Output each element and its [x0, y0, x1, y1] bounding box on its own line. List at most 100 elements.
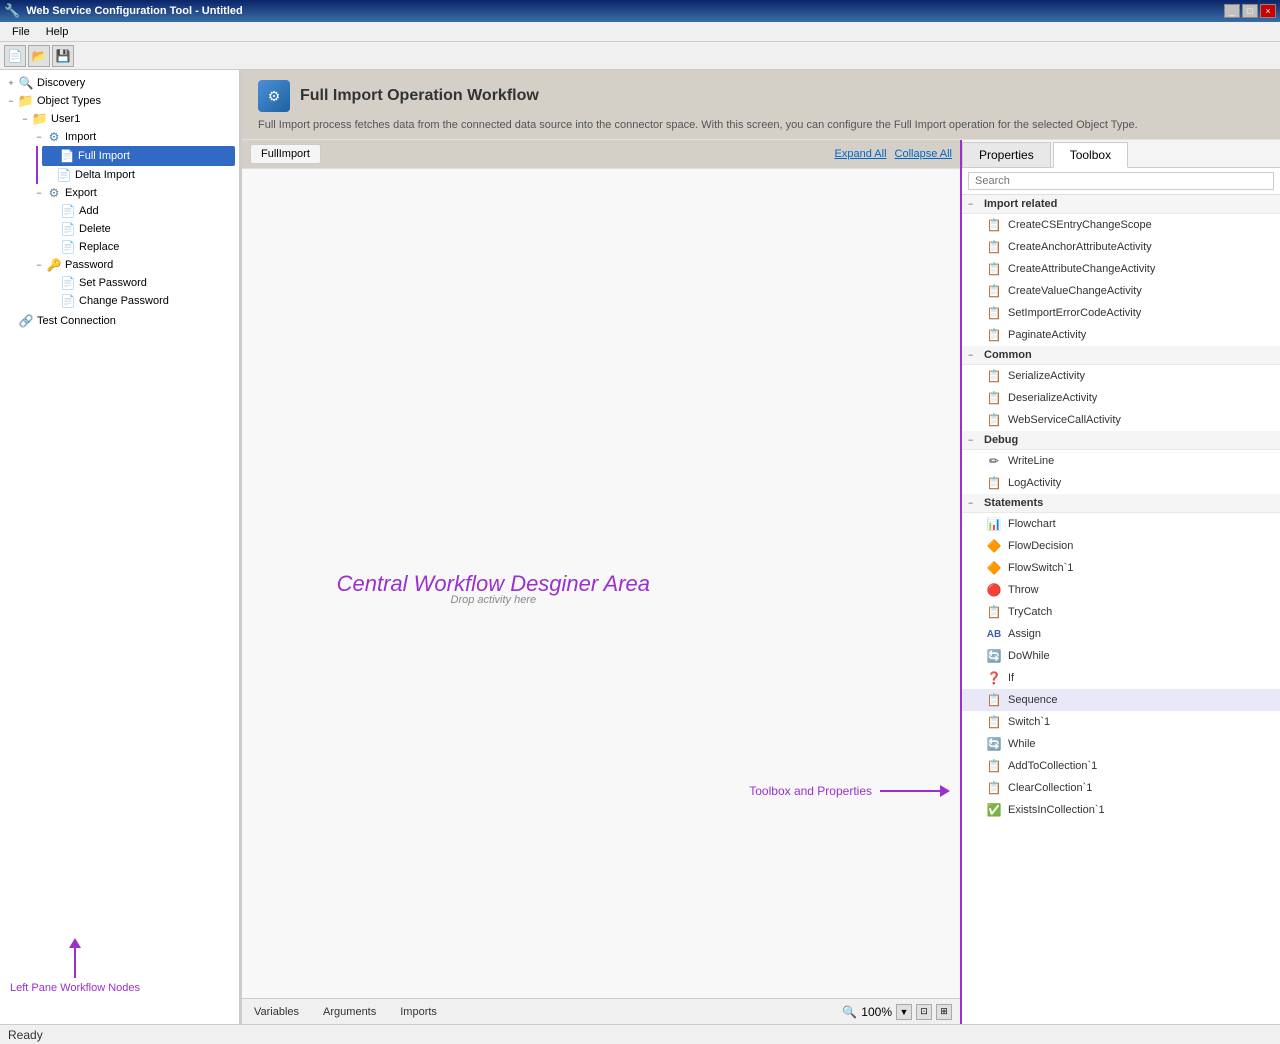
switch-label: Switch`1	[1008, 716, 1050, 728]
toolbox-item-create-cs[interactable]: 📋 CreateCSEntryChangeScope	[962, 214, 1280, 236]
discovery-expander[interactable]: +	[4, 76, 18, 90]
variables-tab[interactable]: Variables	[250, 1004, 303, 1020]
import-subtree: − ⚙ Import 📄 Full Import	[18, 128, 235, 310]
tree-node-set-password[interactable]: 📄 Set Password	[46, 274, 235, 292]
minimize-button[interactable]: _	[1224, 4, 1240, 18]
imports-tab[interactable]: Imports	[396, 1004, 441, 1020]
tree-node-password[interactable]: − 🔑 Password	[32, 256, 235, 274]
arguments-tab[interactable]: Arguments	[319, 1004, 380, 1020]
arrow-right-line	[880, 790, 940, 792]
writeline-label: WriteLine	[1008, 455, 1054, 467]
workflow-toolbar: FullImport Expand All Collapse All	[242, 140, 960, 169]
toolbox-group-common[interactable]: − Common	[962, 346, 1280, 365]
import-related-items: 📋 CreateCSEntryChangeScope 📋 CreateAncho…	[962, 214, 1280, 346]
tree-node-full-import[interactable]: 📄 Full Import	[42, 146, 235, 166]
set-import-label: SetImportErrorCodeActivity	[1008, 307, 1141, 319]
toolbox-item-set-import[interactable]: 📋 SetImportErrorCodeActivity	[962, 302, 1280, 324]
restore-button[interactable]: □	[1242, 4, 1258, 18]
close-button[interactable]: ×	[1260, 4, 1276, 18]
zoom-fit-button[interactable]: ⊞	[936, 1004, 952, 1020]
toolbox-item-web-service[interactable]: 📋 WebServiceCallActivity	[962, 409, 1280, 431]
import-expander[interactable]: −	[32, 130, 46, 144]
toolbox-item-exists-collection[interactable]: ✅ ExistsInCollection`1	[962, 799, 1280, 821]
delta-import-expander	[42, 168, 56, 182]
toolbox-item-deserialize[interactable]: 📋 DeserializeActivity	[962, 387, 1280, 409]
toolbox-item-assign[interactable]: AB Assign	[962, 623, 1280, 645]
toolbox-tab[interactable]: Toolbox	[1053, 142, 1128, 168]
expand-all-action[interactable]: Expand All	[835, 148, 887, 160]
toolbox-item-if[interactable]: ❓ If	[962, 667, 1280, 689]
assign-icon: AB	[986, 626, 1002, 642]
left-pane-annotation-label: Left Pane Workflow Nodes	[10, 982, 140, 994]
tree-node-replace[interactable]: 📄 Replace	[46, 238, 235, 256]
zoom-dropdown-button[interactable]: ▼	[896, 1004, 912, 1020]
create-cs-label: CreateCSEntryChangeScope	[1008, 219, 1152, 231]
toolbox-item-sequence[interactable]: 📋 Sequence	[962, 689, 1280, 711]
toolbox-item-flow-decision[interactable]: 🔶 FlowDecision	[962, 535, 1280, 557]
toolbox-item-do-while[interactable]: 🔄 DoWhile	[962, 645, 1280, 667]
paginate-icon: 📋	[986, 327, 1002, 343]
trycatch-label: TryCatch	[1008, 606, 1052, 618]
file-menu[interactable]: File	[4, 24, 38, 40]
tree-node-delete[interactable]: 📄 Delete	[46, 220, 235, 238]
toolbox-item-while[interactable]: 🔄 While	[962, 733, 1280, 755]
center-right-wrapper: ⚙ Full Import Operation Workflow Full Im…	[242, 70, 1280, 1024]
tree-node-delta-import[interactable]: 📄 Delta Import	[42, 166, 235, 184]
toolbox-item-create-anchor[interactable]: 📋 CreateAnchorAttributeActivity	[962, 236, 1280, 258]
toolbox-item-add-collection[interactable]: 📋 AddToCollection`1	[962, 755, 1280, 777]
tree-node-change-password[interactable]: 📄 Change Password	[46, 292, 235, 310]
delete-icon: 📄	[60, 221, 76, 237]
toolbox-item-create-attr[interactable]: 📋 CreateAttributeChangeActivity	[962, 258, 1280, 280]
collapse-all-action[interactable]: Collapse All	[895, 148, 952, 160]
toolbox-item-flowchart[interactable]: 📊 Flowchart	[962, 513, 1280, 535]
toolbox-item-clear-collection[interactable]: 📋 ClearCollection`1	[962, 777, 1280, 799]
export-expander[interactable]: −	[32, 186, 46, 200]
user1-expander[interactable]: −	[18, 112, 32, 126]
add-label: Add	[79, 205, 99, 217]
fit-page-button[interactable]: ⊡	[916, 1004, 932, 1020]
toolbox-item-throw[interactable]: 🔴 Throw	[962, 579, 1280, 601]
tree-node-object-types[interactable]: − 📁 Object Types	[4, 92, 235, 110]
toolbox-item-paginate[interactable]: 📋 PaginateActivity	[962, 324, 1280, 346]
object-types-label: Object Types	[37, 95, 101, 107]
open-button[interactable]: 📂	[28, 45, 50, 67]
writeline-icon: ✏	[986, 453, 1002, 469]
up-arrow-icon	[69, 938, 81, 948]
help-menu[interactable]: Help	[38, 24, 77, 40]
toolbox-item-switch[interactable]: 📋 Switch`1	[962, 711, 1280, 733]
tree-node-export[interactable]: − ⚙ Export	[32, 184, 235, 202]
toolbox-item-create-value[interactable]: 📋 CreateValueChangeActivity	[962, 280, 1280, 302]
toolbox-item-log-activity[interactable]: 📋 LogActivity	[962, 472, 1280, 494]
object-types-expander[interactable]: −	[4, 94, 18, 108]
title-row: ⚙ Full Import Operation Workflow	[258, 80, 1264, 112]
toolbox-item-writeline[interactable]: ✏ WriteLine	[962, 450, 1280, 472]
save-button[interactable]: 💾	[52, 45, 74, 67]
search-input[interactable]	[968, 172, 1274, 190]
sequence-label: Sequence	[1008, 694, 1058, 706]
toolbox-group-debug[interactable]: − Debug	[962, 431, 1280, 450]
toolbox-item-serialize[interactable]: 📋 SerializeActivity	[962, 365, 1280, 387]
toolbox-item-trycatch[interactable]: 📋 TryCatch	[962, 601, 1280, 623]
toolbox-item-flow-switch[interactable]: 🔶 FlowSwitch`1	[962, 557, 1280, 579]
main-content: + 🔍 Discovery − 📁 Object Types − 📁 User1	[0, 70, 1280, 1024]
password-expander[interactable]: −	[32, 258, 46, 272]
toolbox-group-import-related[interactable]: − Import related	[962, 195, 1280, 214]
designer-watermark: Central Workflow Desginer Area	[337, 571, 650, 597]
tree-node-user1[interactable]: − 📁 User1	[18, 110, 235, 128]
tree-node-test-connection[interactable]: 🔗 Test Connection	[4, 312, 235, 330]
workflow-tab[interactable]: FullImport	[250, 144, 321, 164]
bottom-toolbar: Variables Arguments Imports 🔍 100% ▼ ⊡ ⊞	[242, 998, 960, 1024]
tree-node-discovery[interactable]: + 🔍 Discovery	[4, 74, 235, 92]
flow-switch-icon: 🔶	[986, 560, 1002, 576]
flow-decision-label: FlowDecision	[1008, 540, 1073, 552]
statusbar: Ready	[0, 1024, 1280, 1044]
import-icon: ⚙	[46, 129, 62, 145]
properties-tab[interactable]: Properties	[962, 142, 1051, 167]
toolbox-group-statements[interactable]: − Statements	[962, 494, 1280, 513]
tree-node-import[interactable]: − ⚙ Import	[32, 128, 235, 146]
tree-node-add[interactable]: 📄 Add	[46, 202, 235, 220]
designer-area[interactable]: Central Workflow Desginer Area Drop acti…	[242, 169, 960, 998]
log-activity-label: LogActivity	[1008, 477, 1061, 489]
password-label: Password	[65, 259, 113, 271]
new-button[interactable]: 📄	[4, 45, 26, 67]
